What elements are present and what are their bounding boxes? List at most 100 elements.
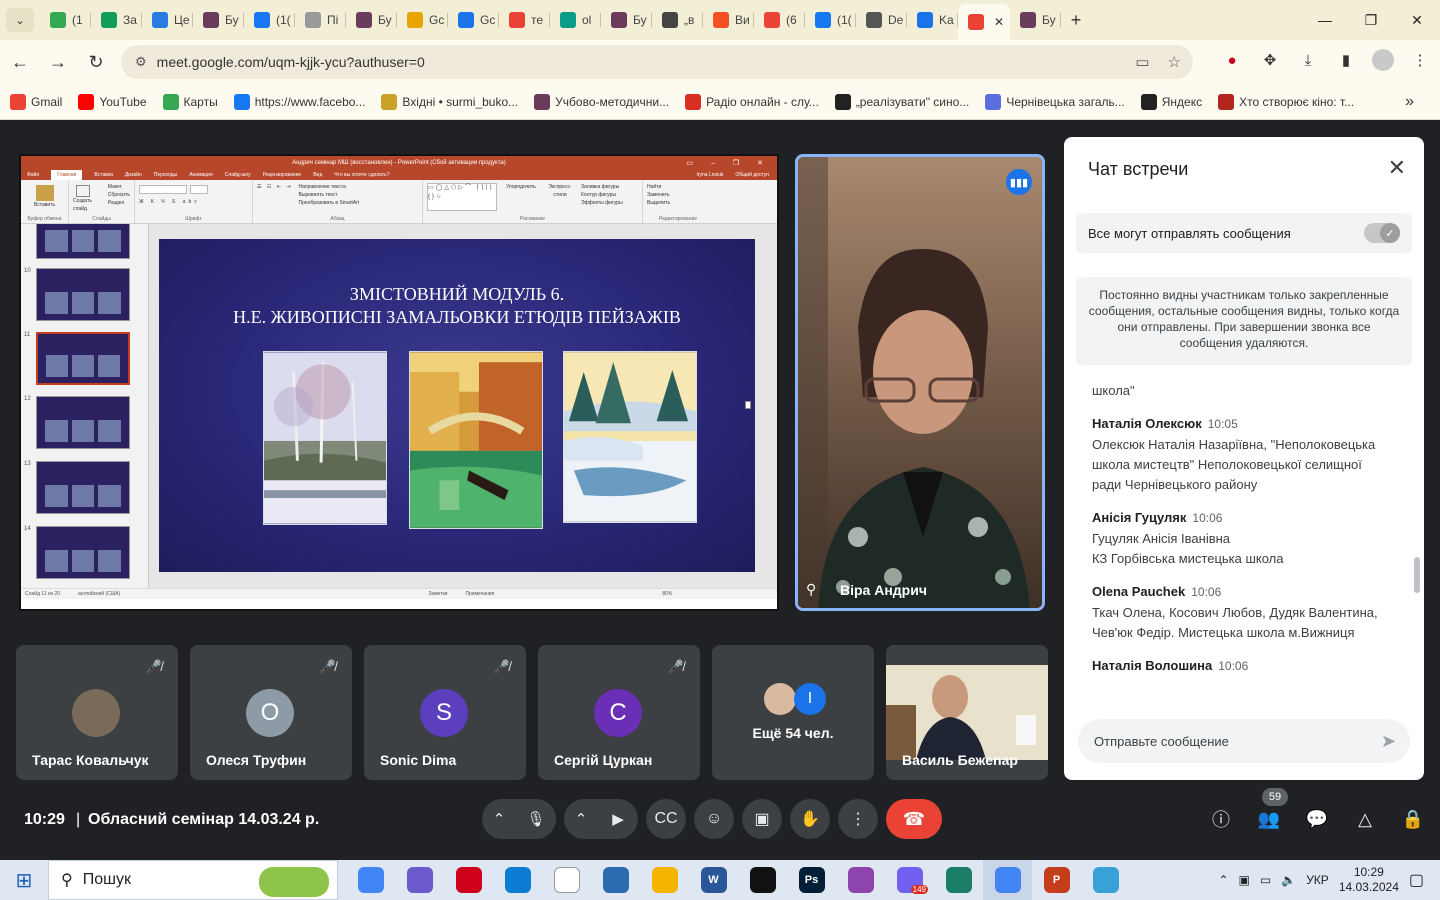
ppt-tab[interactable]: Дизайн	[125, 172, 142, 178]
shape-effects-button[interactable]: Эффекты фигуры	[581, 199, 623, 207]
browser-tab[interactable]: Gc	[397, 4, 448, 36]
chat-permission-toggle[interactable]: ✓	[1364, 223, 1400, 243]
shape-outline-button[interactable]: Контур фигуры	[581, 191, 623, 199]
browser-tab[interactable]: Бу	[346, 4, 397, 36]
host-controls-icon[interactable]: 🔒	[1400, 801, 1426, 837]
browser-tab[interactable]: (1	[40, 4, 91, 36]
browser-tab[interactable]: ol	[550, 4, 601, 36]
browser-tab[interactable]: Gc	[448, 4, 499, 36]
speaker-video-tile[interactable]: ▮▮▮ ⚲ Віра Андрич	[795, 154, 1045, 611]
taskbar-app[interactable]	[934, 860, 983, 900]
captions-button[interactable]: CC	[646, 799, 686, 839]
menu-icon[interactable]: ⋮	[1408, 48, 1432, 72]
shapes-gallery[interactable]: ▭◯△⬠▷⌒ ⌈⌉⟨⟩{}☆	[427, 183, 497, 211]
pin-icon[interactable]: ⚲	[806, 581, 816, 598]
browser-tab[interactable]: Бу	[1010, 4, 1061, 36]
bookmark-item[interactable]: https://www.facebo...	[233, 93, 365, 110]
activities-icon[interactable]: △	[1352, 801, 1378, 837]
bookmark-item[interactable]: Учбово-методични...	[534, 93, 669, 110]
align-text-button[interactable]: Выровнять текст	[299, 191, 360, 199]
bookmarks-overflow-icon[interactable]: »	[1405, 93, 1414, 111]
windows-start-icon[interactable]: ⊞	[0, 860, 48, 900]
paste-button[interactable]: Вставить	[25, 201, 64, 209]
browser-tab[interactable]: Ka	[907, 4, 958, 36]
camera-button[interactable]: ▶	[598, 799, 638, 839]
browser-tab[interactable]: (1(	[244, 4, 295, 36]
slide-thumbnail[interactable]	[36, 268, 130, 321]
browser-tab[interactable]: За	[91, 4, 142, 36]
font-format-icons[interactable]: Ж К Ч S abc	[139, 198, 248, 206]
current-slide[interactable]: ЗМІСТОВНИЙ МОДУЛЬ 6. Н.Е. ЖИВОПИСНІ ЗАМА…	[159, 239, 755, 572]
leave-call-button[interactable]: ☎	[886, 799, 942, 839]
browser-tab[interactable]: (6	[754, 4, 805, 36]
slide-thumbnail-selected[interactable]	[36, 332, 130, 385]
bookmark-item[interactable]: Вхідні • surmi_buko...	[381, 93, 518, 110]
arrange-button[interactable]: Упорядочить	[503, 183, 539, 211]
taskbar-search[interactable]: ⚲ Пошук	[48, 860, 338, 900]
ppt-tab[interactable]: Что вы хотите сделать?	[334, 172, 389, 178]
participant-tile[interactable]: 🎤̸ S Sonic Dima	[364, 645, 526, 780]
taskbar-app[interactable]	[640, 860, 689, 900]
restore-button[interactable]: ❐	[1348, 0, 1394, 40]
site-info-icon[interactable]: ⚙	[135, 54, 147, 70]
taskbar-app[interactable]: P	[1032, 860, 1081, 900]
minimize-button[interactable]: —	[1302, 0, 1348, 40]
slide-thumbnail[interactable]	[36, 526, 130, 579]
microphone-button[interactable]: 🎙	[516, 799, 556, 839]
ppt-tab[interactable]: Вставка	[94, 172, 113, 178]
reload-button[interactable]: ↻	[78, 44, 114, 80]
font-size-box[interactable]	[190, 185, 208, 194]
present-screen-button[interactable]: ▣	[742, 799, 782, 839]
taskbar-app[interactable]	[1081, 860, 1130, 900]
ppt-share-button[interactable]: Общий доступ	[735, 172, 769, 178]
clock[interactable]: 10:29 14.03.2024	[1339, 865, 1399, 895]
new-slide-button[interactable]: Создать слайд	[73, 197, 105, 213]
ppt-tab[interactable]: Слайд-шоу	[225, 172, 251, 178]
shape-fill-button[interactable]: Заливка фигуры	[581, 183, 623, 191]
audio-options-chevron-icon[interactable]: ⌃	[482, 810, 516, 828]
taskbar-app[interactable]	[395, 860, 444, 900]
slide-thumbnail[interactable]	[36, 396, 130, 449]
list-icons[interactable]: ☰ ☷ ⇤ ⇥	[257, 183, 293, 207]
taskbar-app[interactable]	[444, 860, 493, 900]
side-panel-icon[interactable]: ▮	[1334, 48, 1358, 72]
bookmark-item[interactable]: „реалізувати" сино...	[834, 93, 969, 110]
bookmark-item[interactable]: Gmail	[10, 93, 62, 110]
close-chat-button[interactable]: ✕	[1388, 155, 1406, 181]
close-tab-icon[interactable]: ✕	[994, 15, 1004, 29]
taskbar-app[interactable]: 149	[885, 860, 934, 900]
participant-tile[interactable]: 🎤̸ С Сергій Цуркан	[538, 645, 700, 780]
browser-tab[interactable]: De	[856, 4, 907, 36]
comments-button[interactable]: Примечания	[465, 591, 494, 597]
taskbar-app[interactable]	[983, 860, 1032, 900]
volume-icon[interactable]: 🔈	[1281, 873, 1296, 887]
taskbar-app[interactable]	[591, 860, 640, 900]
raise-hand-button[interactable]: ✋	[790, 799, 830, 839]
slide-thumbnail[interactable]	[36, 224, 130, 259]
section-button[interactable]: Раздел	[108, 199, 130, 207]
close-window-button[interactable]: ✕	[1394, 0, 1440, 40]
browser-tab[interactable]: Бу	[601, 4, 652, 36]
send-icon[interactable]: ➤	[1381, 731, 1396, 752]
taskbar-app[interactable]: Ps	[787, 860, 836, 900]
taskbar-app[interactable]	[346, 860, 395, 900]
chat-input[interactable]: Отправьте сообщение ➤	[1078, 719, 1410, 763]
browser-tab[interactable]: Пі	[295, 4, 346, 36]
meeting-details-icon[interactable]: ⓘ	[1208, 801, 1234, 837]
new-tab-button[interactable]: +	[1061, 10, 1091, 31]
back-button[interactable]: ←	[2, 44, 38, 80]
bookmark-star-icon[interactable]: ☆	[1168, 53, 1181, 71]
replace-button[interactable]: Заменить	[647, 191, 709, 199]
taskbar-app[interactable]: W	[689, 860, 738, 900]
browser-tab[interactable]: Це	[142, 4, 193, 36]
more-options-button[interactable]: ⋮	[838, 799, 878, 839]
select-button[interactable]: Выделить	[647, 199, 709, 207]
browser-tab[interactable]: (1(	[805, 4, 856, 36]
forward-button[interactable]: →	[40, 44, 76, 80]
ppt-tab[interactable]: Файл	[27, 172, 39, 178]
opera-extension-icon[interactable]: ●	[1220, 48, 1244, 72]
taskbar-app[interactable]	[738, 860, 787, 900]
network-icon[interactable]: ▭	[1260, 873, 1271, 887]
participant-video-tile[interactable]: Василь Бежenар	[886, 645, 1048, 780]
browser-tab[interactable]: Ви	[703, 4, 754, 36]
